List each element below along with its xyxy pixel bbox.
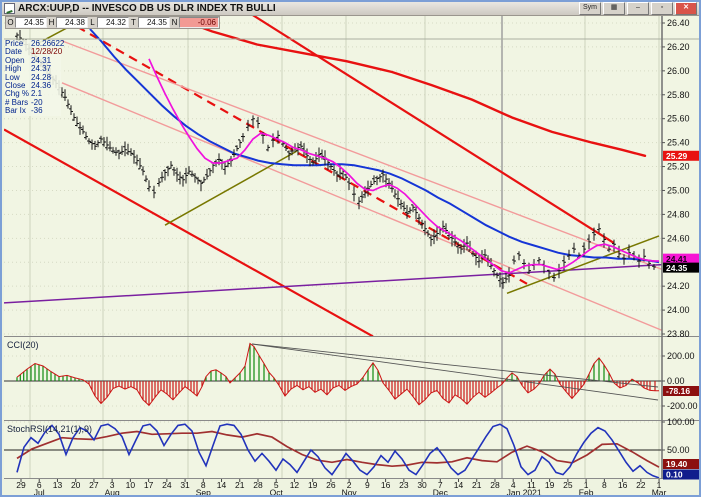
x-tick-label: 28 <box>490 480 500 490</box>
y-axis-label: 25.40 <box>667 138 690 148</box>
sym-button[interactable]: Sym <box>579 2 601 15</box>
x-tick-label: 13 <box>53 480 63 490</box>
x-month-label: Jan 2021 <box>507 488 542 496</box>
x-tick-label: 10 <box>126 480 136 490</box>
ohlc-field-value: 24.32 <box>97 17 129 28</box>
stoch-tag-label: 0.10 <box>666 470 683 480</box>
x-tick-label: 26 <box>326 480 336 490</box>
x-tick-label: 17 <box>144 480 154 490</box>
ohlc-field-value: 24.35 <box>138 17 170 28</box>
ohlc-field-value: -0.06 <box>179 17 219 28</box>
x-tick-label: 14 <box>454 480 464 490</box>
x-tick-label: 12 <box>290 480 300 490</box>
maximize-button[interactable]: ▫ <box>651 2 673 15</box>
y-axis-label: 26.20 <box>667 42 690 52</box>
cci-axis-label: 0.00 <box>667 376 685 386</box>
y-axis-label: 25.20 <box>667 162 690 172</box>
stoch-axis-label: 50.00 <box>667 445 690 455</box>
x-tick-label: 16 <box>618 480 628 490</box>
data-panel-label: Bar Ix <box>5 107 31 115</box>
cci-axis-label: -200.00 <box>667 401 698 411</box>
window-title: ARCX:UUP,D -- INVESCO DB US DLR INDEX TR… <box>18 3 276 14</box>
ohlc-field-label: N <box>170 17 179 28</box>
ohlc-field-label: L <box>88 17 97 28</box>
x-tick-label: 28 <box>253 480 263 490</box>
stoch-axis-label: 100.00 <box>667 417 695 427</box>
price-tag-label: 24.35 <box>666 263 688 273</box>
app-icon <box>4 3 15 14</box>
x-tick-label: 21 <box>472 480 482 490</box>
app-window: ARCX:UUP,D -- INVESCO DB US DLR INDEX TR… <box>0 0 701 497</box>
x-tick-label: 20 <box>71 480 81 490</box>
y-axis-label: 24.20 <box>667 281 690 291</box>
x-month-label: Dec <box>433 488 449 496</box>
y-axis-label: 24.60 <box>667 233 690 243</box>
y-axis-label: 26.40 <box>667 18 690 28</box>
x-month-label: Aug <box>105 488 120 496</box>
x-tick-label: 27 <box>89 480 99 490</box>
close-button[interactable]: ✕ <box>675 2 697 15</box>
x-tick-label: 31 <box>180 480 190 490</box>
window-buttons: Sym ▦ – ▫ ✕ <box>579 2 697 15</box>
data-panel-value: -36 <box>31 107 61 115</box>
cci-pane-label: CCI(20) <box>7 340 39 350</box>
ohlc-field-value: 24.35 <box>15 17 47 28</box>
x-tick-label: 22 <box>636 480 646 490</box>
ohlc-field-value: 24.38 <box>56 17 88 28</box>
x-month-label: Sep <box>196 488 211 496</box>
x-tick-label: 24 <box>162 480 172 490</box>
y-axis-label: 25.00 <box>667 185 690 195</box>
x-tick-label: 9 <box>365 480 370 490</box>
price-tag-label: 25.29 <box>666 151 688 161</box>
data-panel-row: Bar Ix-36 <box>5 107 61 115</box>
x-month-label: Mar <box>652 488 667 496</box>
layout-button[interactable]: ▦ <box>603 2 625 15</box>
x-tick-label: 29 <box>16 480 26 490</box>
ohlc-field-label: O <box>6 17 15 28</box>
x-month-label: Jul <box>34 488 45 496</box>
x-month-label: Feb <box>579 488 594 496</box>
minimize-button[interactable]: – <box>627 2 649 15</box>
y-axis-label: 26.00 <box>667 66 690 76</box>
y-axis-label: 25.60 <box>667 114 690 124</box>
x-tick-label: 19 <box>545 480 555 490</box>
ohlc-field-label: T <box>129 17 138 28</box>
stoch-tag-label: 19.40 <box>666 459 688 469</box>
x-tick-label: 19 <box>308 480 318 490</box>
y-axis-label: 25.80 <box>667 90 690 100</box>
chart-canvas[interactable]: 26.40 26.20 26.00 25.80 25.60 25.40 25.20 25.00… <box>4 15 701 495</box>
x-tick-label: 21 <box>235 480 245 490</box>
stochrsi-pane-label: StochRSI(14,21(1),9) <box>7 424 92 434</box>
x-month-label: Oct <box>270 488 284 496</box>
y-axis-label: 24.00 <box>667 305 690 315</box>
x-tick-label: 16 <box>381 480 391 490</box>
x-month-label: Nov <box>342 488 358 496</box>
y-axis-label: 24.80 <box>667 209 690 219</box>
ohlc-field-label: H <box>47 17 56 28</box>
cci-tag-label: -78.16 <box>666 386 690 396</box>
chart-background <box>4 15 701 479</box>
x-tick-label: 25 <box>563 480 573 490</box>
title-bar[interactable]: ARCX:UUP,D -- INVESCO DB US DLR INDEX TR… <box>2 2 699 16</box>
ohlc-toolbar: O24.35H24.38L24.32T24.35N-0.06 <box>5 16 220 29</box>
x-tick-label: 30 <box>417 480 427 490</box>
y-axis-label: 23.80 <box>667 329 690 339</box>
x-tick-label: 14 <box>217 480 227 490</box>
x-tick-label: 8 <box>602 480 607 490</box>
x-tick-label: 23 <box>399 480 409 490</box>
crosshair-data-panel: Price26.26622Date12/28/20Open24.31High24… <box>5 40 61 116</box>
cci-axis-label: 200.00 <box>667 351 695 361</box>
